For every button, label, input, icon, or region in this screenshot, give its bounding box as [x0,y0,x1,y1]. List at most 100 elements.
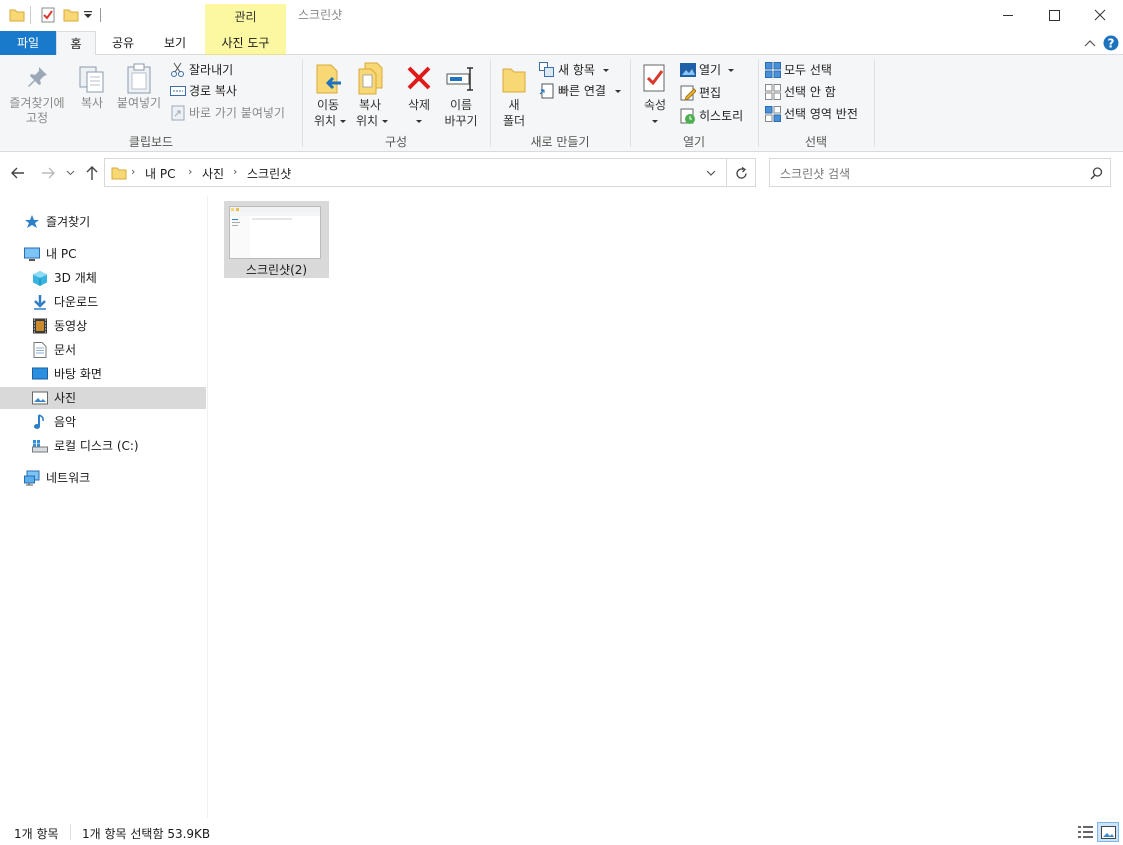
divider [30,6,31,24]
copy-path-label: 경로 복사 [189,84,237,98]
sidebar-item-network[interactable]: 네트워크 [0,467,206,489]
folder-icon [111,167,127,180]
up-arrow-icon[interactable] [85,165,99,181]
paste-button[interactable]: 붙여넣기 [114,59,164,129]
videos-icon [33,318,47,334]
sidebar-item-desktop[interactable]: 바탕 화면 [0,363,206,385]
close-button[interactable] [1077,0,1123,31]
move-to-label-1: 이동 [316,98,340,112]
documents-icon [33,342,47,358]
refresh-button[interactable] [727,158,756,187]
address-dropdown-icon[interactable] [706,170,716,177]
recent-locations-icon[interactable] [66,170,75,176]
sidebar-label: 다운로드 [54,295,99,309]
contextual-group-manage: 관리 [205,4,286,31]
breadcrumb-separator-icon[interactable]: › [188,165,192,178]
large-icons-view-button[interactable] [1097,822,1119,842]
history-label: 히스토리 [699,109,744,123]
collapse-ribbon-icon[interactable] [1084,38,1096,48]
search-icon [1090,167,1103,180]
new-folder-button[interactable]: 새 폴더 [496,59,532,129]
copy-label: 복사 [80,96,104,110]
sidebar-label: 문서 [54,343,77,357]
minimize-button[interactable] [985,0,1031,31]
copy-button[interactable]: 복사 [74,59,110,129]
sidebar-item-quick-access[interactable]: 즐겨찾기 [0,211,206,233]
sidebar-label: 로컬 디스크 (C:) [54,439,139,453]
tab-picture-tools[interactable]: 사진 도구 [205,31,286,55]
minimize-icon [1003,15,1013,16]
divider [70,824,71,840]
scissors-icon [171,62,184,77]
customize-qat-icon[interactable] [84,11,93,20]
sidebar-item-videos[interactable]: 동영상 [0,315,206,337]
delete-label: 삭제 [407,98,431,112]
status-bar: 1개 항목 1개 항목 선택함 53.9KB [0,818,1123,845]
pictures-icon [32,391,48,405]
downloads-icon [34,295,46,310]
move-to-icon [316,64,341,94]
properties-button[interactable]: 속성 [636,59,674,129]
properties-check-icon[interactable] [40,7,56,23]
tab-share[interactable]: 공유 [100,31,146,55]
sidebar-label: 3D 개체 [54,271,97,285]
tab-home[interactable]: 홈 [56,31,96,56]
tab-view[interactable]: 보기 [152,31,198,55]
breadcrumb-separator-icon[interactable]: › [131,165,135,178]
network-icon [24,470,40,486]
invert-selection-icon [765,106,781,122]
breadcrumb-this-pc[interactable]: 내 PC [145,165,175,182]
group-separator [874,59,875,147]
file-item[interactable]: 스크린샷(2) [224,201,329,278]
ribbon-tab-row: 파일 홈 공유 보기 사진 도구 ? [0,31,1123,56]
easy-access-icon [539,83,554,99]
address-bar[interactable]: › 내 PC › 사진 › 스크린샷 [104,158,727,187]
back-arrow-icon[interactable] [10,166,26,180]
close-icon [1094,9,1106,21]
help-icon[interactable]: ? [1103,35,1119,51]
sidebar-item-downloads[interactable]: 다운로드 [0,291,206,313]
open-label: 열기 [699,63,722,77]
rename-icon [446,67,473,91]
forward-arrow-icon[interactable] [40,166,56,180]
sidebar-item-3d-objects[interactable]: 3D 개체 [0,267,206,289]
dropdown-arrow-icon [382,120,388,123]
new-item-label: 새 항목 [558,63,595,77]
details-view-icon[interactable] [1078,825,1094,839]
copy-icon [79,66,104,93]
maximize-icon [1049,10,1060,21]
sidebar-item-music[interactable]: 음악 [0,411,206,433]
sidebar-item-pictures[interactable]: 사진 [0,387,206,409]
dropdown-arrow-icon [603,69,609,72]
group-label-open: 열기 [682,135,706,149]
maximize-button[interactable] [1031,0,1077,31]
select-all-label: 모두 선택 [784,63,832,77]
breadcrumb-separator-icon[interactable]: › [233,165,237,178]
pin-label-1: 즐겨찾기에 [9,96,65,110]
sidebar-item-this-pc[interactable]: 내 PC [0,243,206,265]
search-box[interactable]: 스크린샷 검색 [769,158,1111,187]
copy-to-button[interactable]: 복사 위치 [350,59,390,129]
breadcrumb-screenshots[interactable]: 스크린샷 [247,165,291,182]
new-folder-icon[interactable] [63,7,79,23]
dropdown-arrow-icon [340,120,346,123]
new-item-icon [539,62,554,77]
paste-shortcut-label: 바로 가기 붙여넣기 [189,106,285,120]
pin-quick-access-button[interactable]: 즐겨찾기에 고정 [2,59,72,129]
move-to-button[interactable]: 이동 위치 [308,59,348,129]
3d-objects-icon [33,271,47,286]
breadcrumb-pictures[interactable]: 사진 [202,165,224,182]
tab-file[interactable]: 파일 [0,31,56,55]
delete-button[interactable]: 삭제 [400,59,438,129]
dropdown-arrow-icon [615,90,621,93]
copy-path-icon [170,86,186,96]
select-none-icon [765,84,781,100]
sidebar-item-local-disk[interactable]: 로컬 디스크 (C:) [0,435,206,457]
group-label-select: 선택 [804,135,828,149]
history-icon [680,108,695,124]
rename-button[interactable]: 이름 바꾸기 [440,59,482,129]
paste-label: 붙여넣기 [116,96,162,110]
large-icons-view-icon [1101,826,1116,839]
sidebar-item-documents[interactable]: 문서 [0,339,206,361]
svg-text:?: ? [1108,37,1115,51]
